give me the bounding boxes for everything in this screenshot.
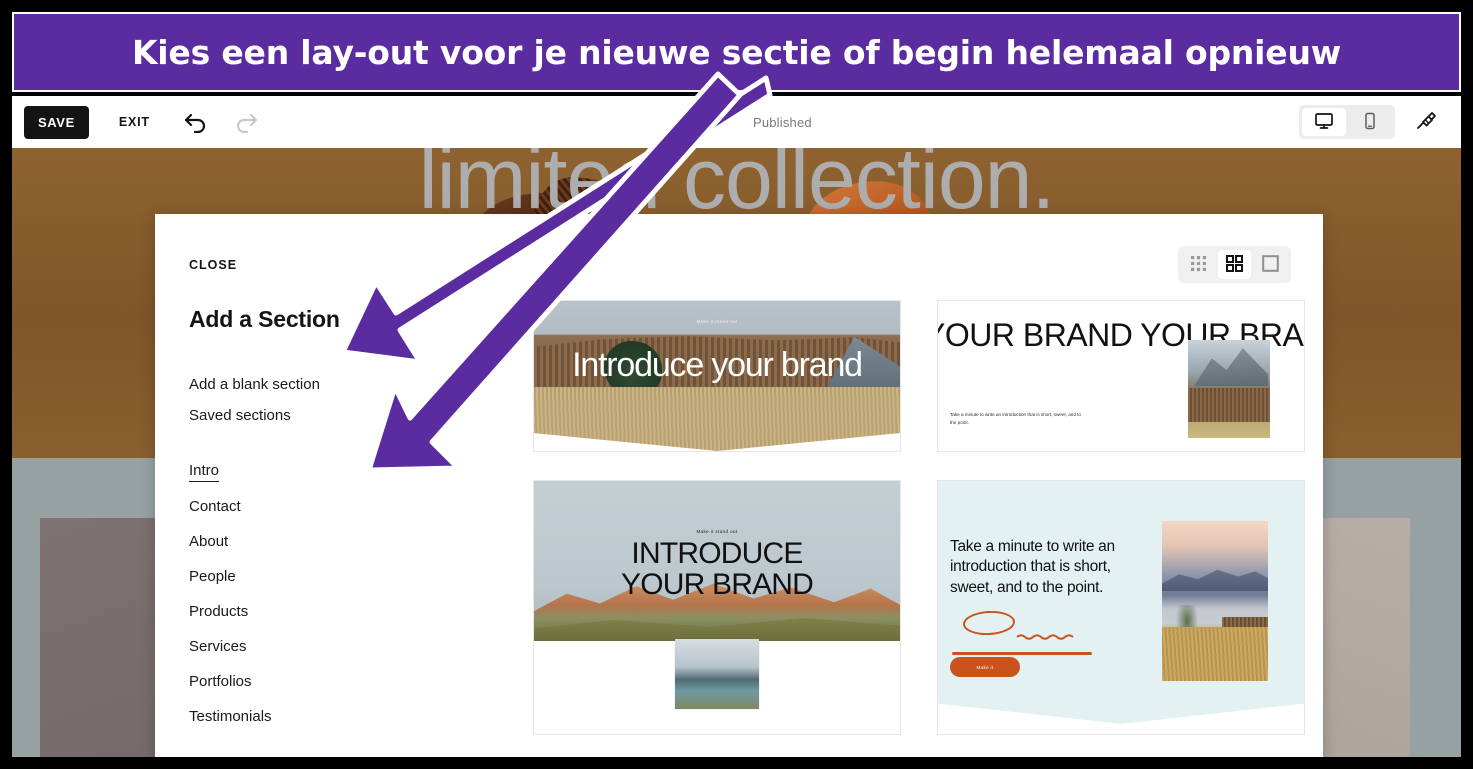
category-row: Intro	[189, 453, 507, 489]
toolbar-right-group	[1299, 104, 1461, 140]
quick-links-group: Add a blank section Saved sections	[189, 369, 507, 431]
redo-arrow-icon	[233, 111, 259, 133]
screenshot-frame: Kies een lay-out voor je nieuwe sectie o…	[0, 0, 1473, 769]
category-row: About	[189, 524, 507, 559]
template-card-introduce-your-brand-stacked[interactable]: Make it stand out INTRODUCE YOUR BRAND	[533, 480, 901, 735]
template-headline-text: Introduce your brand	[572, 346, 863, 384]
field-shape	[1162, 627, 1268, 681]
section-template-grid: Make it stand out Introduce your brand Y…	[533, 300, 1305, 735]
layout-density-toggle	[1178, 246, 1291, 283]
template-eyebrow-text: Make it stand out	[696, 319, 738, 324]
sidebar-item-portfolios[interactable]: Portfolios	[189, 664, 252, 699]
add-section-sidebar: CLOSE Add a Section Add a blank section …	[155, 214, 507, 757]
paintbrush-icon	[1414, 109, 1438, 136]
orange-squiggle-annotation	[1016, 627, 1078, 640]
editor-toolbar: SAVE EXIT Published	[12, 96, 1461, 148]
saved-sections-link[interactable]: Saved sections	[189, 400, 507, 431]
sidebar-item-products[interactable]: Products	[189, 594, 248, 629]
grass-field-image	[534, 387, 900, 451]
template-preview: Make it stand out INTRODUCE YOUR BRAND	[534, 481, 900, 734]
sidebar-item-testimonials[interactable]: Testimonials	[189, 699, 272, 734]
template-body-text: Take a minute to write an introduction t…	[950, 538, 1115, 596]
template-paragraph-text: Take a minute to write an introduction t…	[950, 412, 1081, 426]
desktop-preview-button[interactable]	[1302, 108, 1346, 136]
grid-medium-icon	[1226, 254, 1243, 275]
undo-arrow-icon	[183, 111, 209, 133]
template-preview: YOUR BRAND YOUR BRAN Take a minute to wr…	[938, 301, 1304, 451]
style-editor-button[interactable]	[1405, 104, 1447, 140]
view-large-button[interactable]	[1254, 250, 1287, 279]
close-panel-button[interactable]: CLOSE	[189, 258, 237, 272]
sidebar-item-intro[interactable]: Intro	[189, 453, 220, 482]
template-eyebrow-text: Make it stand out	[696, 529, 738, 534]
template-card-your-brand-marquee[interactable]: YOUR BRAND YOUR BRAN Take a minute to wr…	[937, 300, 1305, 452]
lake-inset-image	[675, 639, 759, 709]
instruction-banner: Kies een lay-out voor je nieuwe sectie o…	[12, 12, 1461, 92]
category-row: Testimonials	[189, 699, 507, 734]
section-category-list: Intro Contact About People Products Serv…	[189, 453, 507, 734]
publish-status-label: Published	[752, 114, 812, 130]
template-preview: Make it stand out Introduce your brand	[534, 301, 900, 451]
category-row: People	[189, 559, 507, 594]
grid-small-icon	[1191, 255, 1206, 274]
toolbar-left-group: SAVE EXIT	[12, 102, 266, 142]
single-large-icon	[1262, 254, 1279, 275]
toolbar-center-group: Published	[266, 115, 1299, 130]
sidebar-item-about[interactable]: About	[189, 524, 228, 559]
site-editor-window: SAVE EXIT Published limited collection. …	[12, 96, 1461, 757]
category-row: Services	[189, 629, 507, 664]
sidebar-item-contact[interactable]: Contact	[189, 489, 241, 524]
panel-title: Add a Section	[189, 306, 340, 332]
template-preview: Take a minute to write an introduction t…	[938, 481, 1304, 734]
orange-underline-annotation	[952, 652, 1092, 655]
sidebar-item-people[interactable]: People	[189, 559, 236, 594]
template-headline-text: INTRODUCE YOUR BRAND	[620, 537, 814, 601]
cabin-mountain-image	[1188, 340, 1270, 438]
mobile-preview-button[interactable]	[1348, 108, 1392, 136]
ridge-shape	[1162, 569, 1268, 591]
category-row: Portfolios	[189, 664, 507, 699]
view-medium-button[interactable]	[1218, 250, 1251, 279]
exit-button[interactable]: EXIT	[103, 106, 166, 138]
device-preview-toggle	[1299, 105, 1395, 139]
category-row: Contact	[189, 489, 507, 524]
undo-button[interactable]	[176, 102, 216, 142]
save-button[interactable]: SAVE	[24, 105, 89, 139]
template-card-take-a-minute[interactable]: Take a minute to write an introduction t…	[937, 480, 1305, 735]
instruction-banner-text: Kies een lay-out voor je nieuwe sectie o…	[131, 32, 1342, 72]
desktop-monitor-icon	[1314, 111, 1334, 134]
add-blank-section-link[interactable]: Add a blank section	[189, 369, 507, 400]
redo-button[interactable]	[226, 102, 266, 142]
template-card-introduce-your-brand[interactable]: Make it stand out Introduce your brand	[533, 300, 901, 452]
lake-cabin-image	[1162, 521, 1268, 681]
add-section-panel: CLOSE Add a Section Add a blank section …	[155, 214, 1323, 757]
view-compact-button[interactable]	[1182, 250, 1215, 279]
category-row: Products	[189, 594, 507, 629]
template-cta-button: Make it	[950, 657, 1020, 677]
sidebar-item-services[interactable]: Services	[189, 629, 247, 664]
mobile-phone-icon	[1360, 111, 1380, 134]
